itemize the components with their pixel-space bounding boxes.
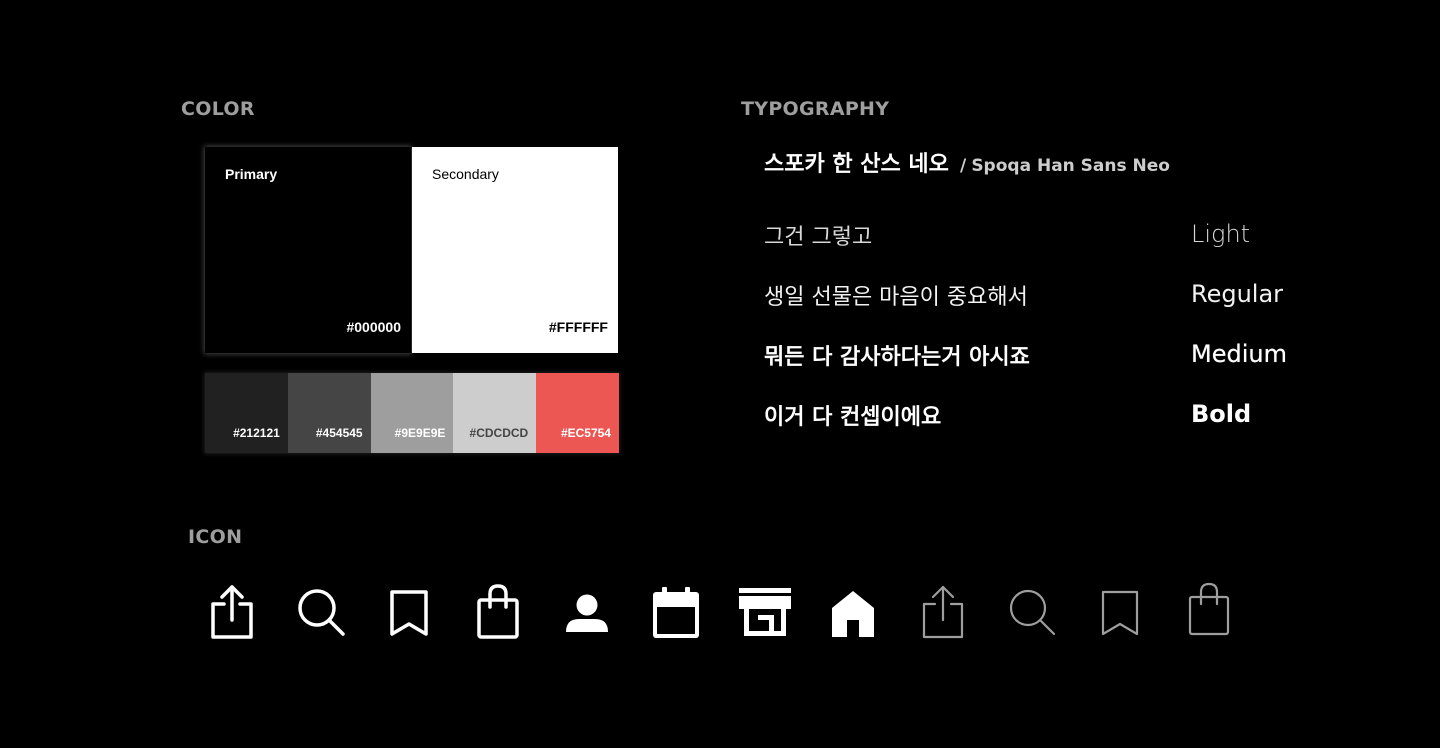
search-icon[interactable] (1001, 582, 1061, 642)
palette-swatch-hex: #EC5754 (560, 426, 611, 440)
person-icon[interactable] (557, 582, 617, 642)
secondary-color-hex: #FFFFFF (548, 319, 608, 335)
font-family-heading: 스포카 한 산스 네오 / Spoqa Han Sans Neo (764, 146, 1170, 178)
shopping-bag-icon[interactable] (468, 582, 528, 642)
palette-swatch: #9E9E9E (370, 373, 454, 453)
icon-section-title: ICON (188, 526, 243, 548)
sample-text-light: 그건 그렇고 (764, 225, 873, 250)
palette-swatch: #212121 (205, 373, 288, 453)
calendar-icon[interactable] (646, 582, 706, 642)
store-icon[interactable] (735, 582, 795, 642)
palette-swatch-hex: #454545 (315, 426, 363, 440)
font-name-separator: / (960, 156, 967, 176)
palette-row: #212121 #454545 #9E9E9E #CDCDCD #EC5754 (205, 373, 619, 453)
weight-label-light: Light (1191, 220, 1251, 248)
palette-swatch: #454545 (287, 373, 371, 453)
weight-label-regular: Regular (1191, 280, 1284, 308)
secondary-color-label: Secondary (432, 166, 499, 182)
bookmark-icon[interactable] (1090, 582, 1150, 642)
primary-color-swatch: Primary #000000 (205, 147, 411, 353)
home-icon[interactable] (823, 582, 883, 642)
weight-label-medium: Medium (1191, 340, 1287, 368)
sample-text-regular: 생일 선물은 마음이 중요해서 (764, 285, 1028, 310)
bookmark-icon[interactable] (379, 582, 439, 642)
palette-swatch: #CDCDCD (453, 373, 537, 453)
font-name-english: Spoqa Han Sans Neo (971, 156, 1170, 176)
color-section-title: COLOR (181, 98, 255, 120)
secondary-color-swatch: Secondary #FFFFFF (412, 147, 618, 353)
typography-section-title: TYPOGRAPHY (741, 98, 890, 120)
palette-swatch-hex: #212121 (233, 426, 280, 440)
sample-text-medium: 뭐든 다 감사하다는거 아시죠 (764, 345, 1030, 370)
primary-color-label: Primary (225, 166, 278, 182)
palette-swatch-hex: #CDCDCD (469, 426, 529, 440)
share-icon[interactable] (201, 582, 261, 642)
palette-swatch: #EC5754 (536, 373, 619, 453)
font-name-korean: 스포카 한 산스 네오 (764, 152, 949, 177)
primary-color-hex: #000000 (346, 319, 401, 335)
palette-swatch-hex: #9E9E9E (394, 426, 446, 440)
search-icon[interactable] (290, 582, 350, 642)
weight-label-bold: Bold (1191, 400, 1252, 428)
sample-text-bold: 이거 다 컨셉이에요 (764, 405, 942, 430)
share-icon[interactable] (912, 582, 972, 642)
shopping-bag-icon[interactable] (1179, 582, 1239, 642)
